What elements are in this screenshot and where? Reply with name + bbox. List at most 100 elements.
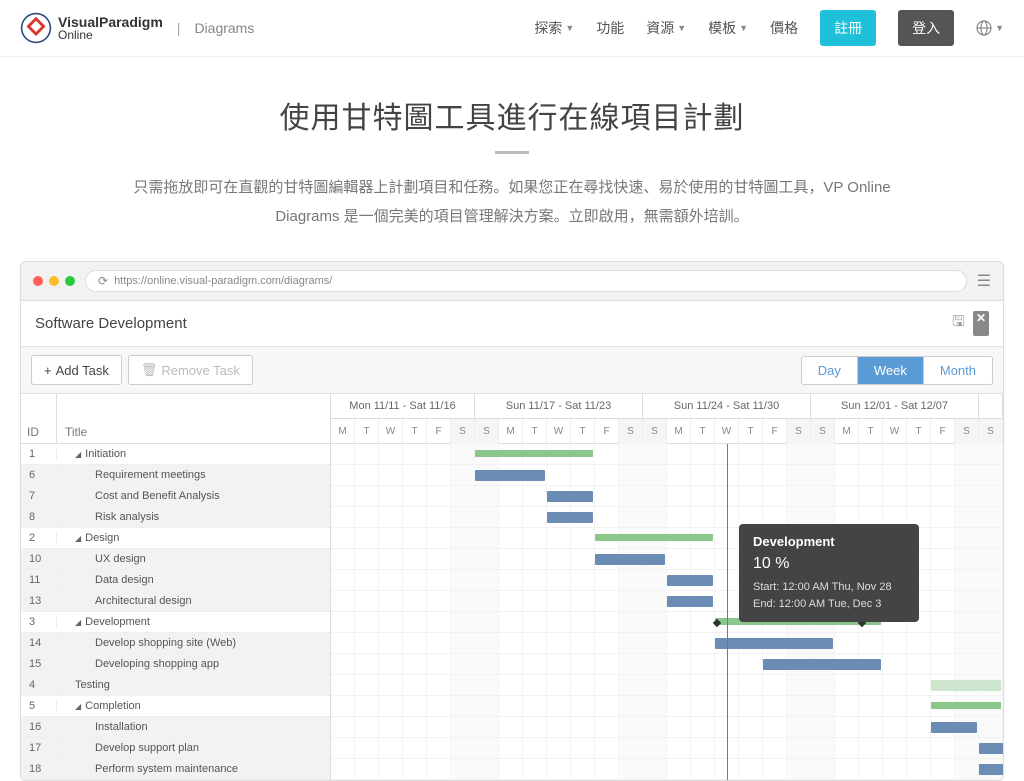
url-bar[interactable]: ⟳ https://online.visual-paradigm.com/dia…	[85, 270, 967, 292]
summary-bar[interactable]	[475, 450, 593, 457]
task-title: Perform system maintenance	[57, 763, 330, 775]
task-title: ◢Design	[57, 532, 330, 544]
nav-features[interactable]: 功能	[596, 18, 624, 38]
task-row[interactable]: 1◢Initiation	[21, 444, 330, 465]
task-id: 16	[21, 721, 57, 733]
hamburger-icon[interactable]: ☰	[977, 271, 991, 291]
task-row[interactable]: 10UX design	[21, 549, 330, 570]
chart-row	[331, 444, 1003, 465]
task-bar[interactable]	[475, 470, 545, 481]
day-header-cell: T	[907, 419, 931, 444]
day-header-cell: S	[787, 419, 811, 444]
task-id: 3	[21, 616, 57, 628]
nav-resources[interactable]: 資源▼	[646, 18, 686, 38]
language-switcher[interactable]: ▼	[976, 20, 1004, 36]
refresh-icon[interactable]: ⟳	[98, 274, 108, 288]
hero-description: 只需拖放即可在直觀的甘特圖編輯器上計劃項目和任務。如果您正在尋找快速、易於使用的…	[122, 174, 902, 231]
nav-explore[interactable]: 探索▼	[534, 18, 574, 38]
login-button[interactable]: 登入	[898, 10, 954, 46]
close-dot[interactable]	[33, 276, 43, 286]
top-nav: VisualParadigm Online | Diagrams 探索▼ 功能 …	[0, 0, 1024, 57]
collapse-icon[interactable]: ◢	[75, 450, 81, 459]
day-header-cell: T	[571, 419, 595, 444]
task-row[interactable]: 16Installation	[21, 717, 330, 738]
column-title-header: Title	[57, 394, 330, 443]
task-title: Requirement meetings	[57, 469, 330, 481]
task-row[interactable]: 3◢Development	[21, 612, 330, 633]
task-bar[interactable]	[547, 491, 593, 502]
day-header-cell: W	[379, 419, 403, 444]
day-header-cell: S	[643, 419, 667, 444]
task-row[interactable]: 7Cost and Benefit Analysis	[21, 486, 330, 507]
task-row[interactable]: 11Data design	[21, 570, 330, 591]
view-week[interactable]: Week	[857, 357, 923, 384]
summary-bar[interactable]	[595, 534, 713, 541]
task-row[interactable]: 14Develop shopping site (Web)	[21, 633, 330, 654]
task-row[interactable]: 17Develop support plan	[21, 738, 330, 759]
logo[interactable]: VisualParadigm Online | Diagrams	[20, 12, 254, 44]
task-row[interactable]: 18Perform system maintenance	[21, 759, 330, 780]
browser-chrome: ⟳ https://online.visual-paradigm.com/dia…	[21, 262, 1003, 301]
chart-row	[331, 654, 1003, 675]
hero-divider	[495, 151, 529, 154]
task-bar[interactable]	[547, 512, 593, 523]
task-row[interactable]: 2◢Design	[21, 528, 330, 549]
brand-sub: Diagrams	[194, 20, 254, 36]
window-controls	[33, 276, 75, 286]
task-id: 2	[21, 532, 57, 544]
tooltip-start: Start: 12:00 AM Thu, Nov 28	[753, 579, 905, 596]
chart-row	[331, 717, 1003, 738]
nav-templates[interactable]: 模板▼	[708, 18, 748, 38]
task-row[interactable]: 13Architectural design	[21, 591, 330, 612]
gantt-timeline[interactable]: Mon 11/11 - Sat 11/16Sun 11/17 - Sat 11/…	[331, 394, 1003, 780]
task-row[interactable]: 4Testing	[21, 675, 330, 696]
gantt-task-list: ID Title 1◢Initiation6Requirement meetin…	[21, 394, 331, 780]
view-month[interactable]: Month	[923, 357, 992, 384]
task-bar[interactable]	[979, 764, 1003, 775]
remove-task-button[interactable]: 🗑Remove Task	[128, 355, 253, 385]
brand-top: VisualParadigm	[58, 15, 163, 29]
column-id-header: ID	[21, 394, 57, 443]
chart-row	[331, 759, 1003, 780]
globe-icon	[976, 20, 992, 36]
collapse-icon[interactable]: ◢	[75, 534, 81, 543]
task-row[interactable]: 15Developing shopping app	[21, 654, 330, 675]
view-day[interactable]: Day	[802, 357, 857, 384]
summary-bar[interactable]	[931, 702, 1001, 709]
task-title: Develop support plan	[57, 742, 330, 754]
task-bar[interactable]	[667, 596, 713, 607]
task-row[interactable]: 8Risk analysis	[21, 507, 330, 528]
collapse-icon[interactable]: ◢	[75, 618, 81, 627]
task-bar[interactable]	[715, 638, 833, 649]
day-header-cell: W	[715, 419, 739, 444]
browser-mockup: ⟳ https://online.visual-paradigm.com/dia…	[20, 261, 1004, 781]
minimize-dot[interactable]	[49, 276, 59, 286]
timeline-header: Mon 11/11 - Sat 11/16Sun 11/17 - Sat 11/…	[331, 394, 1003, 444]
save-icon[interactable]: 🖫	[952, 311, 965, 336]
week-header-cell: Sun 11/24 - Sat 11/30	[643, 394, 811, 419]
collapse-icon[interactable]: ◢	[75, 702, 81, 711]
maximize-dot[interactable]	[65, 276, 75, 286]
task-row[interactable]: 5◢Completion	[21, 696, 330, 717]
task-bar[interactable]	[667, 575, 713, 586]
tooltip-title: Development	[753, 534, 905, 549]
task-title: Architectural design	[57, 595, 330, 607]
task-title: Develop shopping site (Web)	[57, 637, 330, 649]
task-bar[interactable]	[979, 743, 1003, 754]
close-icon[interactable]: ✕	[973, 311, 989, 336]
day-header-cell: F	[763, 419, 787, 444]
tooltip-percent: 10 %	[753, 555, 905, 573]
day-header-cell: M	[331, 419, 355, 444]
chart-row	[331, 738, 1003, 759]
day-header-cell: S	[619, 419, 643, 444]
task-id: 7	[21, 490, 57, 502]
task-bar[interactable]	[595, 554, 665, 565]
task-bar[interactable]	[931, 680, 1001, 691]
task-bar[interactable]	[931, 722, 977, 733]
register-button[interactable]: 註冊	[820, 10, 876, 46]
task-row[interactable]: 6Requirement meetings	[21, 465, 330, 486]
add-task-button[interactable]: +Add Task	[31, 355, 122, 385]
week-header-cell: Mon 11/11 - Sat 11/16	[331, 394, 475, 419]
task-bar[interactable]	[763, 659, 881, 670]
nav-pricing[interactable]: 價格	[770, 18, 798, 38]
